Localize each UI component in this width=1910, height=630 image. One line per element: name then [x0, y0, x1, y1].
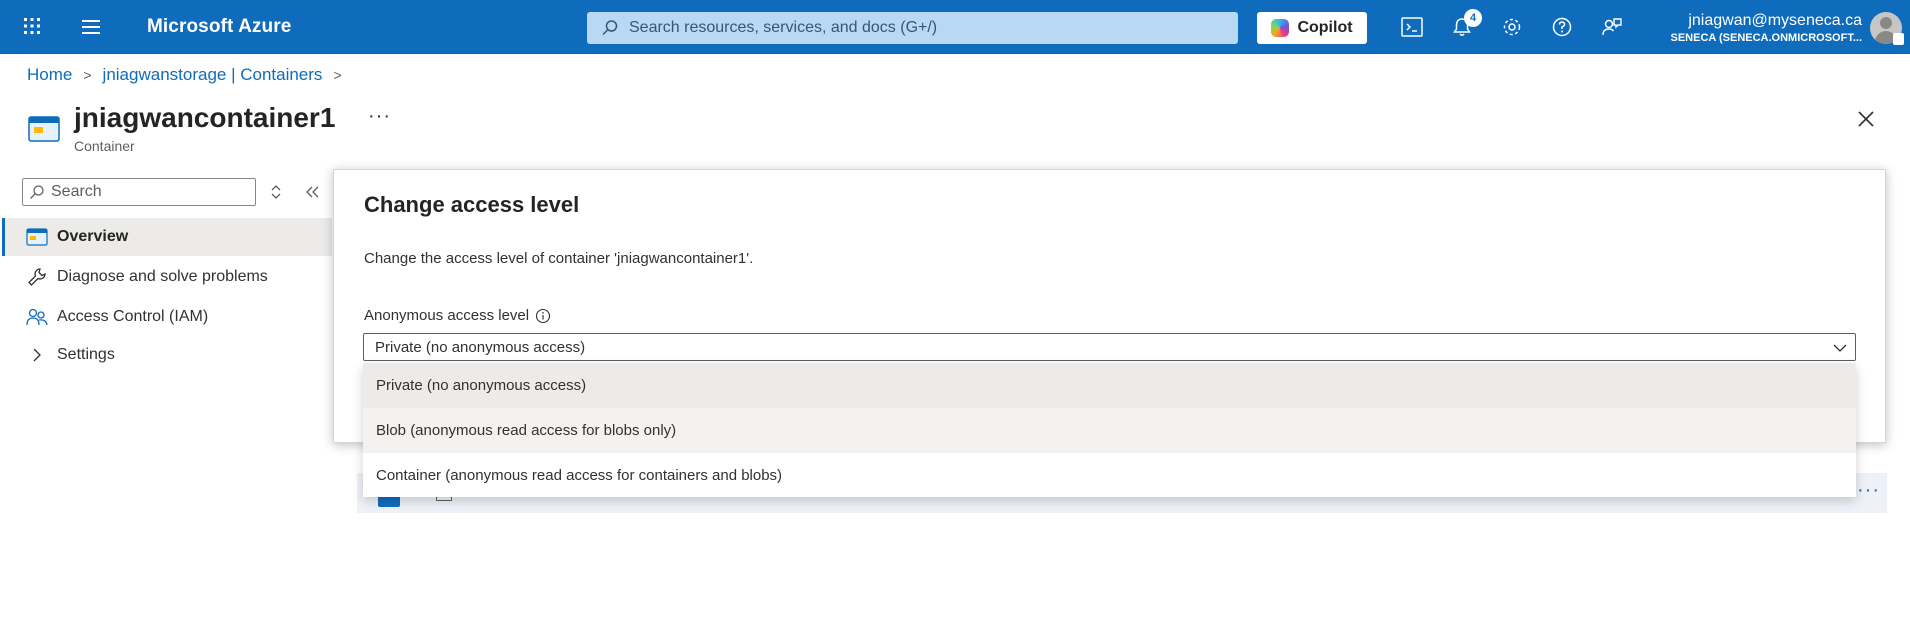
access-level-label: Anonymous access level [364, 307, 551, 324]
more-actions-button[interactable]: ··· [368, 105, 391, 128]
info-icon[interactable] [535, 308, 551, 324]
option-label: Blob (anonymous read access for blobs on… [376, 422, 677, 439]
global-search-input[interactable]: Search resources, services, and docs (G+… [587, 12, 1238, 44]
chevron-right-icon: > [83, 67, 92, 83]
gear-icon [1503, 18, 1521, 36]
page-title: jniagwancontainer1 [74, 102, 336, 133]
search-icon [30, 185, 44, 199]
feedback-icon [1602, 18, 1622, 36]
page-subtitle: Container [74, 138, 135, 154]
breadcrumb-home[interactable]: Home [27, 65, 72, 85]
sidebar-item-label: Access Control (IAM) [57, 308, 209, 325]
lock-icon [1893, 33, 1904, 45]
search-icon [602, 20, 618, 36]
sidebar-item-label: Settings [57, 346, 115, 363]
cloud-shell-button[interactable] [1399, 14, 1425, 40]
sidebar-item-label: Diagnose and solve problems [57, 268, 268, 285]
waffle-icon[interactable] [22, 16, 42, 36]
sidebar-item-label: Overview [57, 228, 129, 245]
container-icon [26, 226, 48, 248]
collapse-nav-icon[interactable] [303, 180, 323, 204]
access-level-select[interactable]: Private (no anonymous access) [363, 333, 1856, 361]
chevron-down-icon [1833, 344, 1847, 352]
option-private[interactable]: Private (no anonymous access) [363, 363, 1856, 408]
copilot-icon [1271, 19, 1290, 37]
chevron-right-icon: > [333, 67, 342, 83]
sidebar-item-overview[interactable]: Overview [2, 218, 332, 256]
wrench-icon [26, 266, 48, 288]
global-search-placeholder: Search resources, services, and docs (G+… [629, 19, 938, 36]
help-icon [1552, 17, 1572, 37]
breadcrumb-containers[interactable]: jniagwanstorage | Containers [103, 65, 323, 85]
option-blob[interactable]: Blob (anonymous read access for blobs on… [363, 408, 1856, 453]
nav-search-placeholder: Search [51, 183, 102, 200]
copilot-label: Copilot [1297, 19, 1353, 36]
cloud-shell-icon [1401, 17, 1423, 37]
panel-description: Change the access level of container 'jn… [364, 250, 754, 267]
sidebar-item-diagnose[interactable]: Diagnose and solve problems [2, 258, 332, 296]
access-level-selected-value: Private (no anonymous access) [375, 338, 586, 356]
breadcrumb: Home > jniagwanstorage | Containers > [27, 65, 353, 85]
user-org: SENECA (SENECA.ONMICROSOFT... [1670, 32, 1863, 44]
row-more-button[interactable]: ··· [1857, 479, 1880, 502]
feedback-button[interactable] [1599, 14, 1625, 40]
user-account[interactable]: jniagwan@myseneca.ca SENECA (SENECA.ONMI… [1640, 12, 1863, 45]
nav-search-input[interactable]: Search [22, 178, 256, 206]
option-label: Private (no anonymous access) [376, 377, 587, 394]
sort-icon[interactable] [266, 180, 286, 204]
panel-title: Change access level [364, 192, 580, 217]
option-container[interactable]: Container (anonymous read access for con… [363, 453, 1856, 498]
option-label: Container (anonymous read access for con… [376, 467, 783, 484]
access-level-dropdown: Private (no anonymous access) Blob (anon… [363, 363, 1856, 497]
settings-button[interactable] [1499, 14, 1525, 40]
user-email: jniagwan@myseneca.ca [1688, 12, 1862, 29]
chevron-right-icon [26, 344, 48, 366]
sidebar-item-iam[interactable]: Access Control (IAM) [2, 298, 332, 336]
hamburger-icon[interactable] [80, 17, 102, 37]
brand-title[interactable]: Microsoft Azure [147, 16, 291, 38]
notifications-badge: 4 [1464, 9, 1482, 27]
container-icon [28, 116, 60, 142]
help-button[interactable] [1549, 14, 1575, 40]
people-icon [26, 306, 48, 328]
top-bar: Microsoft Azure Search resources, servic… [0, 0, 1910, 54]
copilot-button[interactable]: Copilot [1257, 12, 1367, 44]
access-level-label-text: Anonymous access level [364, 307, 530, 324]
sidebar-item-settings[interactable]: Settings [2, 336, 332, 374]
close-icon[interactable] [1855, 108, 1877, 130]
